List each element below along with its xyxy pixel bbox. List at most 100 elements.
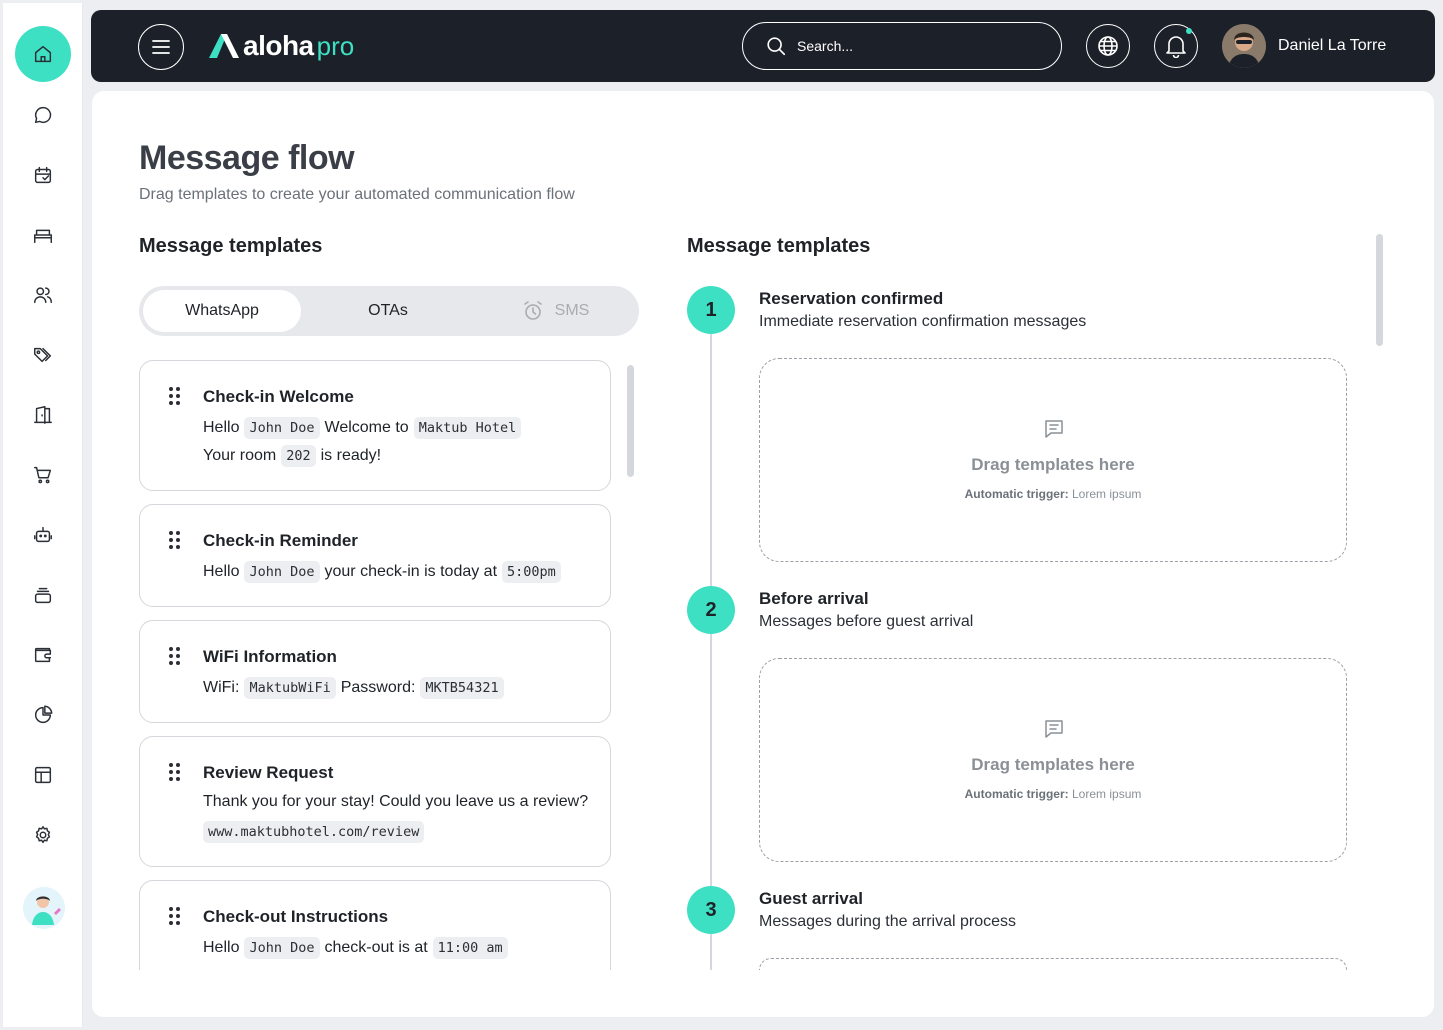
template-text: Hello: [203, 563, 240, 580]
bed-icon[interactable]: [15, 207, 71, 263]
template-text: is ready!: [320, 447, 382, 464]
tab-label: OTAs: [368, 302, 408, 319]
step-number: 3: [687, 886, 735, 934]
language-button[interactable]: [1086, 24, 1130, 68]
gear-icon[interactable]: [15, 807, 71, 863]
templates-heading: Message templates: [139, 235, 323, 257]
bell-icon: [1166, 36, 1186, 58]
calendar-icon[interactable]: [15, 147, 71, 203]
step-number: 1: [687, 286, 735, 334]
tab-label: WhatsApp: [185, 302, 259, 319]
template-title: Review Request: [203, 763, 334, 782]
template-card[interactable]: Review Request Thank you for your stay! …: [139, 736, 611, 867]
tags-icon[interactable]: [15, 327, 71, 383]
template-card[interactable]: WiFi Information WiFi: MaktubWiFi Passwo…: [139, 620, 611, 723]
door-icon[interactable]: [15, 387, 71, 443]
template-card[interactable]: Check-out Instructions Hello John Doe ch…: [139, 880, 611, 970]
drop-zone-label: Drag templates here: [971, 455, 1135, 474]
template-line: WiFi: MaktubWiFi Password: MKTB54321: [203, 677, 509, 699]
tab-whatsapp[interactable]: WhatsApp: [143, 290, 301, 332]
pie-chart-icon[interactable]: [15, 687, 71, 743]
step-title: Guest arrival: [759, 889, 863, 908]
search-icon: [767, 37, 786, 56]
notification-dot: [1186, 28, 1192, 34]
template-text: Thank you for your stay! Could you leave…: [203, 793, 589, 810]
trigger-value: Lorem ipsum: [1072, 487, 1142, 501]
page-subtitle: Drag templates to create your automated …: [139, 186, 575, 203]
globe-icon: [1098, 36, 1118, 56]
trigger-label: Automatic trigger:: [964, 487, 1069, 501]
template-text: WiFi:: [203, 679, 240, 696]
variable-chip: 202: [281, 445, 316, 467]
alarm-clock-icon: [523, 301, 542, 320]
layers-icon[interactable]: [15, 567, 71, 623]
notifications-button[interactable]: [1154, 24, 1198, 68]
chat-icon[interactable]: [15, 87, 71, 143]
variable-chip: Maktub Hotel: [413, 417, 522, 439]
drag-handle-icon[interactable]: [168, 647, 182, 667]
step-title: Before arrival: [759, 589, 869, 608]
template-line: Your room 202 is ready!: [203, 445, 381, 467]
user-name[interactable]: Daniel La Torre: [1278, 37, 1386, 55]
template-title: Check-in Welcome: [203, 387, 354, 406]
variable-chip: John Doe: [244, 561, 320, 583]
template-card[interactable]: Check-in Welcome Hello John Doe Welcome …: [139, 360, 611, 491]
flow-heading: Message templates: [687, 235, 871, 257]
tab-sms[interactable]: SMS: [475, 290, 635, 332]
robot-icon[interactable]: [15, 507, 71, 563]
drag-handle-icon[interactable]: [168, 907, 182, 927]
template-text: check-out is at: [324, 939, 428, 956]
search-input[interactable]: [797, 38, 1047, 54]
layout-icon[interactable]: [15, 747, 71, 803]
drag-handle-icon[interactable]: [168, 763, 182, 783]
wallet-icon[interactable]: [15, 627, 71, 683]
hamburger-icon: [152, 40, 170, 54]
tab-otas[interactable]: OTAs: [305, 290, 471, 332]
variable-chip: John Doe: [244, 937, 320, 959]
user-avatar[interactable]: [1222, 24, 1266, 68]
users-icon[interactable]: [15, 267, 71, 323]
tab-label: SMS: [554, 302, 590, 319]
template-text: your check-in is today at: [324, 563, 498, 580]
variable-chip: John Doe: [244, 417, 320, 439]
template-text: Hello: [203, 939, 240, 956]
flow-connector: [710, 310, 712, 970]
logo-text: aloha: [243, 30, 314, 61]
variable-chip: 11:00 am: [432, 937, 508, 959]
template-title: Check-out Instructions: [203, 907, 389, 926]
template-text: Your room: [203, 447, 277, 464]
variable-chip: MKTB54321: [420, 677, 504, 699]
step-title: Reservation confirmed: [759, 289, 944, 308]
drop-zone[interactable]: Drag templates here Automatic trigger: L…: [759, 658, 1347, 862]
drag-handle-icon[interactable]: [168, 531, 182, 551]
template-card[interactable]: Check-in Reminder Hello John Doe your ch…: [139, 504, 611, 607]
trigger-label: Automatic trigger:: [964, 787, 1069, 801]
variable-chip: www.maktubhotel.com/review: [203, 821, 425, 843]
template-line: Hello John Doe Welcome to Maktub Hotel: [203, 417, 526, 439]
home-icon[interactable]: [15, 26, 71, 82]
step-description: Immediate reservation confirmation messa…: [759, 313, 1087, 330]
assistant-avatar[interactable]: [23, 887, 65, 929]
drop-zone[interactable]: Drag templates here Automatic trigger: L…: [759, 358, 1347, 562]
message-icon: [1045, 720, 1063, 738]
message-icon: [1045, 420, 1063, 438]
template-text: Welcome to: [324, 419, 409, 436]
trigger-info: Automatic trigger: Lorem ipsum: [760, 487, 1346, 501]
variable-chip: 5:00pm: [502, 561, 561, 583]
menu-button[interactable]: [138, 24, 184, 70]
page-title: Message flow: [139, 139, 355, 177]
app-logo[interactable]: aloha pro: [207, 28, 354, 64]
search-box[interactable]: [742, 22, 1062, 70]
trigger-value: Lorem ipsum: [1072, 787, 1142, 801]
flow-scrollbar[interactable]: [1376, 234, 1383, 346]
templates-scrollbar[interactable]: [627, 365, 634, 477]
logo-mark-icon: [209, 34, 239, 58]
step-description: Messages before guest arrival: [759, 613, 974, 630]
cart-icon[interactable]: [15, 447, 71, 503]
step-number: 2: [687, 586, 735, 634]
channel-tabs: WhatsApp OTAs SMS: [139, 286, 639, 336]
drop-zone[interactable]: [759, 958, 1347, 970]
template-text: Hello: [203, 419, 240, 436]
top-bar: aloha pro Daniel La Torre: [91, 10, 1435, 82]
drag-handle-icon[interactable]: [168, 387, 182, 407]
